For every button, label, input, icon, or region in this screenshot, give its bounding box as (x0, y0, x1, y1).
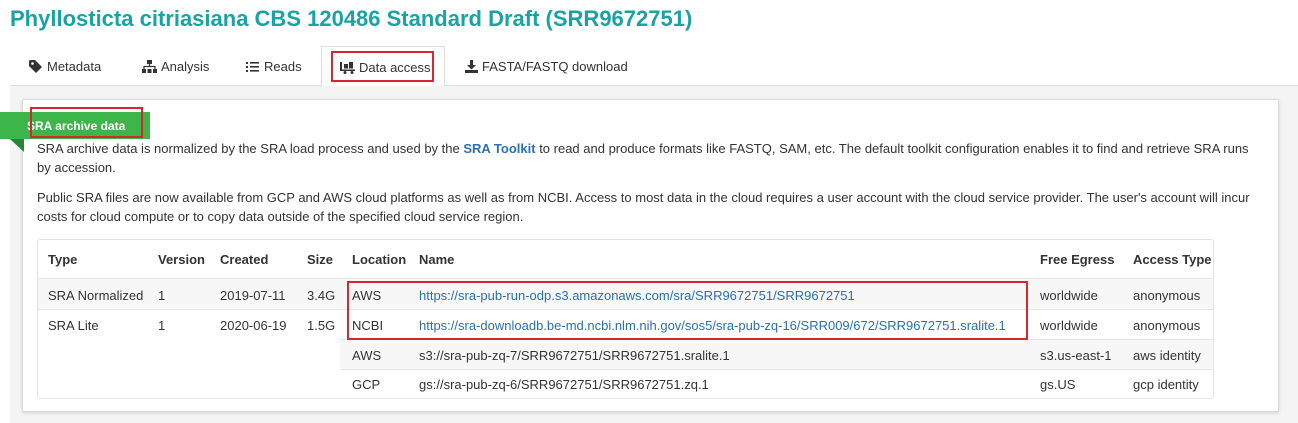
cell-access: anonymous (1133, 288, 1201, 303)
column-header-location: Location (352, 252, 407, 267)
download-link[interactable]: https://sra-pub-run-odp.s3.amazonaws.com… (419, 288, 855, 303)
cell-version: 1 (158, 318, 166, 333)
column-header-access-type: Access Type (1133, 252, 1212, 267)
column-header-version: Version (158, 252, 205, 267)
cell-type: SRA Lite (48, 318, 99, 333)
text: SRA archive data is normalized by the SR… (37, 141, 464, 156)
tab-fasta-download[interactable]: FASTA/FASTQ download (465, 46, 628, 86)
cell-version: 1 (158, 288, 166, 303)
cell-created: 2019-07-11 (220, 288, 286, 303)
tab-data-access[interactable]: Data access (321, 46, 445, 87)
tab-label: FASTA/FASTQ download (482, 59, 628, 74)
description-paragraph: SRA archive data is normalized by the SR… (37, 139, 1259, 177)
cell-location: GCP (352, 377, 381, 392)
cell-size: 1.5G (307, 318, 336, 333)
cloud-info-paragraph: Public SRA files are now available from … (37, 190, 1250, 224)
row-divider (340, 369, 1213, 370)
cell-access: gcp identity (1133, 377, 1199, 392)
tab-metadata[interactable]: Metadata (29, 46, 101, 86)
sra-toolkit-link[interactable]: SRA Toolkit (463, 141, 535, 156)
cell-egress: worldwide (1040, 288, 1098, 303)
page-title: Phyllosticta citriasiana CBS 120486 Stan… (10, 6, 693, 31)
tab-reads[interactable]: Reads (246, 46, 302, 86)
tab-bar: Metadata Analysis Reads Data access FAST… (10, 46, 1298, 87)
column-header-size: Size (307, 252, 334, 267)
tag-icon (29, 60, 42, 73)
cell-access: anonymous (1133, 318, 1201, 333)
sitemap-icon (142, 60, 157, 73)
cell-egress: gs.US (1040, 377, 1076, 392)
cell-name: s3://sra-pub-zq-7/SRR9672751/SRR9672751.… (419, 348, 730, 363)
section-badge: SRA archive data (0, 112, 150, 139)
cell-location: NCBI (352, 318, 384, 333)
cell-name: gs://sra-pub-zq-6/SRR9672751/SRR9672751.… (419, 377, 709, 392)
cell-type: SRA Normalized (48, 288, 144, 303)
row-divider (38, 309, 1213, 310)
tab-analysis[interactable]: Analysis (142, 46, 209, 86)
tab-label: Metadata (47, 59, 102, 74)
cell-egress: worldwide (1040, 318, 1098, 333)
badge-fold (10, 139, 24, 152)
tab-label: Reads (264, 59, 302, 74)
tab-label: Analysis (161, 59, 210, 74)
cell-egress: s3.us-east-1 (1040, 348, 1112, 363)
cell-created: 2020-06-19 (220, 318, 287, 333)
list-icon (246, 62, 259, 72)
cell-access: aws identity (1133, 348, 1201, 363)
truck-icon (340, 62, 355, 74)
cell-location: AWS (352, 288, 382, 303)
row-divider (340, 339, 1213, 340)
column-header-free-egress: Free Egress (1040, 252, 1115, 267)
tab-label: Data access (359, 60, 431, 75)
download-link[interactable]: https://sra-downloadb.be-md.ncbi.nlm.nih… (419, 318, 1006, 333)
cell-location: AWS (352, 348, 382, 363)
column-header-created: Created (220, 252, 269, 267)
cell-size: 3.4G (307, 288, 336, 303)
download-icon (465, 60, 478, 73)
column-header-type: Type (48, 252, 78, 267)
data-access-table: Type Version Created Size Location Name … (37, 239, 1214, 399)
column-header-name: Name (419, 252, 455, 267)
